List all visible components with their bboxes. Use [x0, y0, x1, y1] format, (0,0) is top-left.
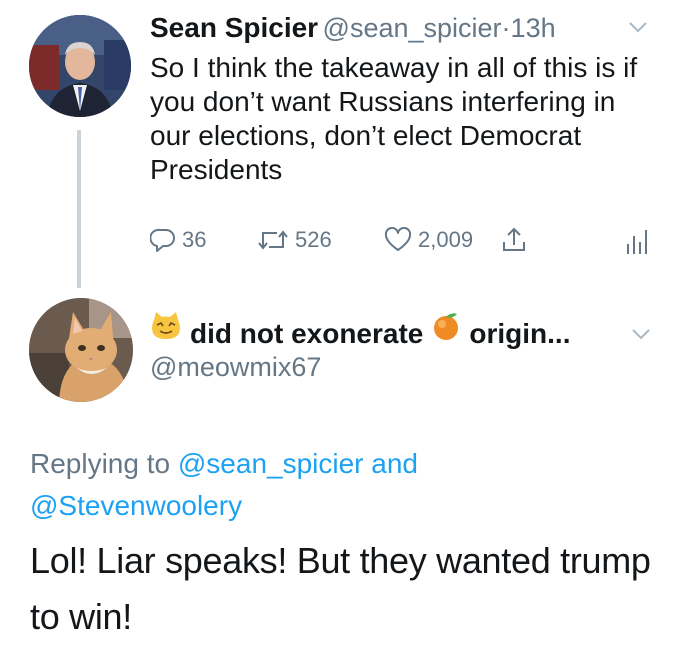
analytics-icon[interactable] [625, 228, 649, 261]
tweet1-chevron-down-icon[interactable] [628, 20, 648, 39]
tweet2-chevron-down-icon[interactable] [631, 327, 651, 346]
mention-stevenwoolery[interactable]: @Stevenwoolery [30, 490, 242, 521]
replying-to-line: Replying to @sean_spicier and @Stevenwoo… [30, 443, 650, 527]
reply-icon [150, 227, 176, 253]
tweet1-timestamp[interactable]: 13h [511, 13, 556, 43]
like-button[interactable]: 2,009 [384, 227, 473, 253]
tweet1-author-name[interactable]: Sean Spicier [150, 12, 318, 43]
replying-to-label: Replying to [30, 448, 171, 479]
reply-count: 36 [182, 227, 207, 252]
retweet-button[interactable]: 526 [257, 227, 332, 253]
retweet-count: 526 [295, 227, 332, 252]
like-count: 2,009 [418, 227, 474, 252]
replying-and-label: and [371, 448, 418, 479]
share-icon[interactable] [500, 226, 528, 259]
avatar-sean-spicier[interactable] [29, 15, 131, 117]
tweet1-header: Sean Spicier @sean_spicier·13h [150, 10, 556, 51]
tweet2-name-part1: did not exonerate [190, 317, 424, 349]
tweet2-author-handle[interactable]: @meowmix67 [150, 352, 321, 383]
tweet1-text: So I think the takeaway in all of this i… [150, 52, 638, 185]
tweet1-separator: · [501, 13, 511, 43]
tweet1-author-handle[interactable]: @sean_spicier [323, 13, 502, 43]
cat-emoji-icon [150, 310, 182, 357]
orange-emoji-icon [431, 310, 461, 357]
mention-sean-spicier[interactable]: @sean_spicier [178, 448, 364, 479]
tweet2-text: Lol! Liar speaks! But they wanted trump … [30, 540, 651, 637]
avatar-meowmix67[interactable] [29, 298, 133, 402]
like-icon [384, 227, 412, 253]
retweet-icon [257, 227, 289, 253]
tweet2-name-part2: origin... [469, 317, 571, 349]
reply-button[interactable]: 36 [150, 227, 206, 253]
tweet2-author-name[interactable]: did not exonerate origin... [150, 310, 570, 357]
thread-connector-line [77, 130, 81, 288]
